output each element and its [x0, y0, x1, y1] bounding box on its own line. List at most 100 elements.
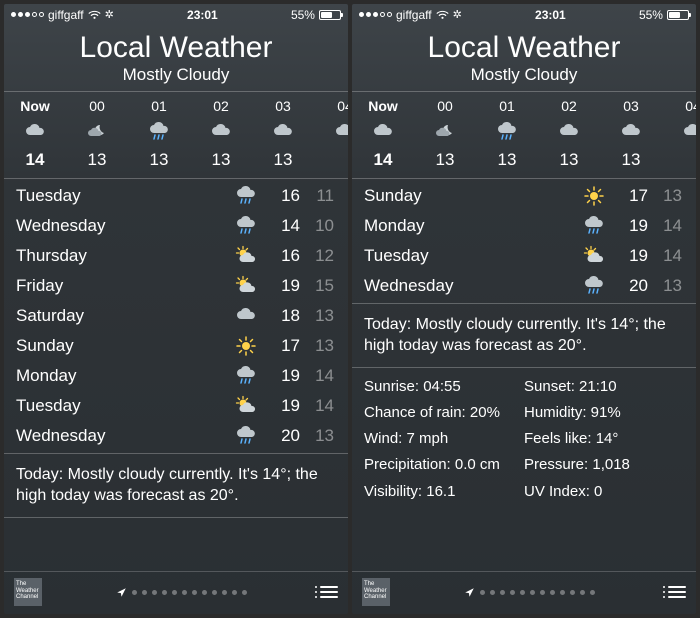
clock: 23:01 — [187, 8, 218, 22]
daily-row: Tuesday 19 14 — [4, 391, 348, 421]
status-bar: giffgaff ✲ 23:01 55% — [4, 4, 348, 24]
hourly-cell: 00 13 — [414, 98, 476, 170]
hour-label: Now — [352, 98, 414, 114]
day-name: Thursday — [16, 246, 226, 266]
hour-label: 02 — [190, 98, 252, 114]
day-high: 20 — [266, 426, 300, 446]
rain-icon — [235, 425, 257, 447]
sun-icon — [235, 335, 257, 357]
rain-icon — [148, 121, 170, 143]
day-name: Tuesday — [364, 246, 574, 266]
carrier-name: giffgaff — [396, 8, 432, 22]
weather-details: Sunrise: 04:55 Sunset: 21:10 Chance of r… — [352, 368, 696, 513]
hour-label: 00 — [66, 98, 128, 114]
city-list-button[interactable] — [668, 586, 686, 598]
detail-row: Sunrise: 04:55 Sunset: 21:10 — [364, 374, 684, 400]
day-low: 12 — [300, 246, 334, 266]
detail-left: Sunrise: 04:55 — [364, 374, 524, 400]
day-high: 19 — [614, 246, 648, 266]
hourly-cell: 02 13 — [538, 98, 600, 170]
daily-row: Wednesday 20 13 — [4, 421, 348, 451]
cloud-icon — [235, 305, 257, 327]
day-low: 11 — [300, 186, 334, 206]
day-high: 19 — [614, 216, 648, 236]
detail-left: Visibility: 16.1 — [364, 479, 524, 505]
day-high: 19 — [266, 396, 300, 416]
sun-icon — [583, 185, 605, 207]
hour-label: 01 — [476, 98, 538, 114]
hourly-cell: 01 13 — [476, 98, 538, 170]
day-low: 14 — [300, 366, 334, 386]
cloud-icon — [620, 121, 642, 143]
page-indicator[interactable] — [116, 587, 247, 598]
rain-icon — [235, 365, 257, 387]
hourly-cell: 04 — [314, 98, 348, 170]
daily-row: Friday 19 15 — [4, 271, 348, 301]
hour-label: 03 — [600, 98, 662, 114]
day-name: Tuesday — [16, 396, 226, 416]
day-low: 13 — [648, 276, 682, 296]
partly-sun-icon — [583, 245, 605, 267]
clock: 23:01 — [535, 8, 566, 22]
day-name: Friday — [16, 276, 226, 296]
daily-row: Tuesday 16 11 — [4, 181, 348, 211]
day-low: 14 — [300, 396, 334, 416]
weather-screen-left: giffgaff ✲ 23:01 55% Local Weather Mostl… — [4, 4, 348, 614]
daily-row: Thursday 16 12 — [4, 241, 348, 271]
hour-temp: 13 — [476, 150, 538, 170]
hour-label: 00 — [414, 98, 476, 114]
day-name: Sunday — [16, 336, 226, 356]
condition-subtitle: Mostly Cloudy — [4, 65, 348, 85]
partly-sun-icon — [235, 245, 257, 267]
day-high: 19 — [266, 276, 300, 296]
hour-label: 04 — [314, 98, 348, 114]
daily-forecast[interactable]: Tuesday 16 11 Wednesday 14 10 Thursday 1… — [4, 179, 348, 453]
detail-left: Precipitation: 0.0 cm — [364, 452, 524, 478]
detail-left: Chance of rain: 20% — [364, 400, 524, 426]
status-bar: giffgaff ✲ 23:01 55% — [352, 4, 696, 24]
page-indicator[interactable] — [464, 587, 595, 598]
hourly-cell: 03 13 — [600, 98, 662, 170]
daily-row: Sunday 17 13 — [352, 181, 696, 211]
rain-icon — [583, 215, 605, 237]
cloud-icon — [682, 121, 696, 143]
day-low: 15 — [300, 276, 334, 296]
hourly-forecast[interactable]: Now 14 00 13 01 13 02 13 03 13 04 — [4, 92, 348, 178]
detail-row: Precipitation: 0.0 cm Pressure: 1,018 — [364, 452, 684, 478]
hour-temp: 13 — [414, 150, 476, 170]
daily-forecast[interactable]: Sunday 17 13 Monday 19 14 Tuesday 19 14 … — [352, 179, 696, 303]
today-summary: Today: Mostly cloudy currently. It's 14°… — [4, 454, 348, 517]
hour-temp: 13 — [600, 150, 662, 170]
weather-channel-logo[interactable]: TheWeatherChannel — [362, 578, 390, 606]
night-cloud-icon — [434, 121, 456, 143]
weather-screen-right: giffgaff ✲ 23:01 55% Local Weather Mostl… — [352, 4, 696, 614]
cloud-icon — [334, 121, 348, 143]
rain-icon — [496, 121, 518, 143]
hour-temp: 14 — [352, 150, 414, 170]
day-name: Monday — [364, 216, 574, 236]
hourly-forecast[interactable]: Now 14 00 13 01 13 02 13 03 13 04 — [352, 92, 696, 178]
signal-dots-icon — [11, 12, 44, 17]
daily-row: Monday 19 14 — [352, 211, 696, 241]
city-list-button[interactable] — [320, 586, 338, 598]
cloud-icon — [372, 121, 394, 143]
page-title: Local Weather — [352, 32, 696, 64]
loading-icon: ✲ — [105, 8, 114, 21]
rain-icon — [235, 185, 257, 207]
today-summary: Today: Mostly cloudy currently. It's 14°… — [352, 304, 696, 367]
hourly-cell: Now 14 — [352, 98, 414, 170]
battery-icon — [319, 10, 341, 20]
day-low: 10 — [300, 216, 334, 236]
hour-temp: 13 — [190, 150, 252, 170]
day-high: 17 — [266, 336, 300, 356]
hourly-cell: 01 13 — [128, 98, 190, 170]
detail-left: Wind: 7 mph — [364, 426, 524, 452]
day-high: 18 — [266, 306, 300, 326]
day-high: 16 — [266, 246, 300, 266]
page-title: Local Weather — [4, 32, 348, 64]
partly-sun-icon — [235, 395, 257, 417]
wifi-icon — [88, 10, 101, 20]
day-high: 20 — [614, 276, 648, 296]
weather-channel-logo[interactable]: TheWeatherChannel — [14, 578, 42, 606]
day-high: 16 — [266, 186, 300, 206]
